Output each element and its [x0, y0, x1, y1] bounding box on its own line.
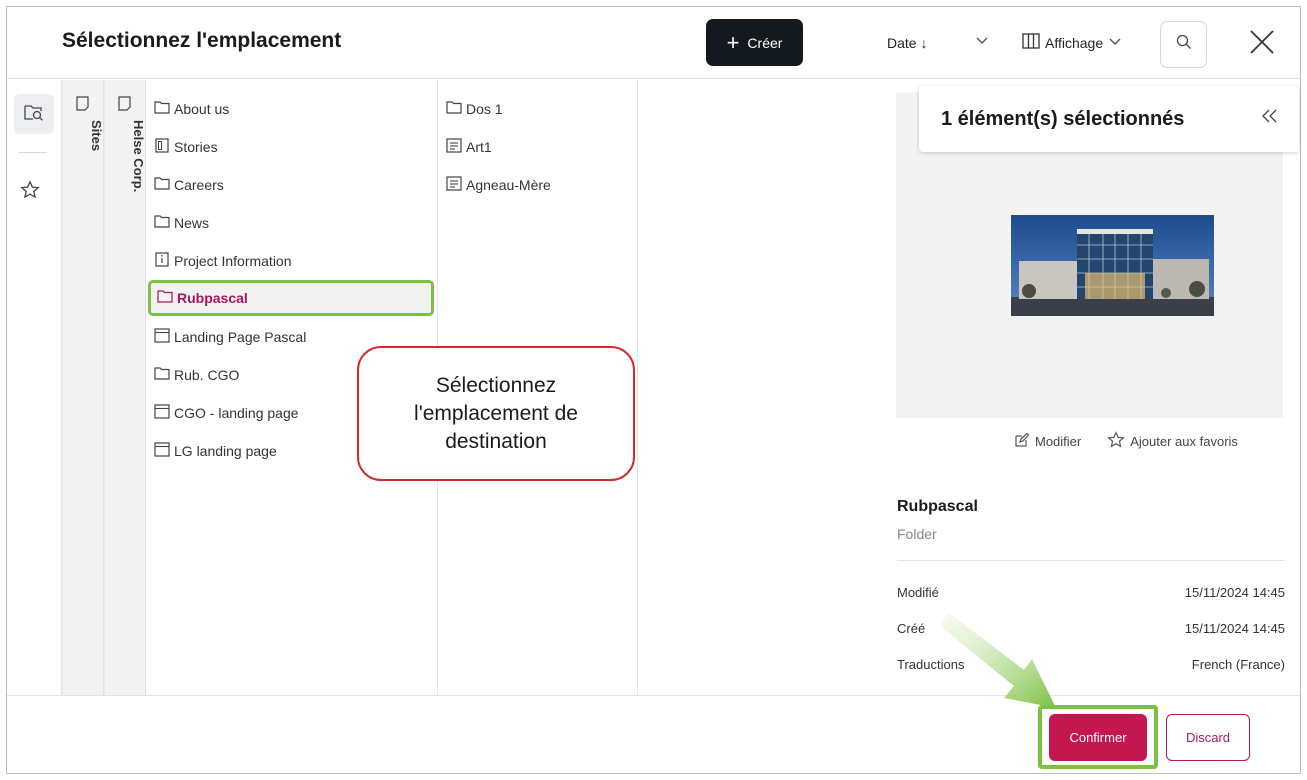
meta-value: 15/11/2024 14:45 — [1184, 621, 1285, 636]
list-item-label: News — [174, 215, 210, 231]
location-picker-dialog: Sélectionnez l'emplacement + Créer Date … — [6, 6, 1301, 774]
list-item-about-us[interactable]: About us — [154, 94, 229, 124]
callout-text: Sélectionnez l'emplacement de destinatio… — [414, 373, 578, 453]
breadcrumb-tab-sites[interactable]: Sites — [62, 80, 104, 695]
breadcrumb-tab-helse-corp[interactable]: Helse Corp. — [104, 80, 146, 695]
list-item-label: Stories — [174, 139, 218, 155]
discard-button-label: Discard — [1185, 730, 1231, 745]
page-icon — [118, 96, 131, 116]
confirm-button-label: Confirmer — [1069, 730, 1127, 745]
collapse-panel-icon[interactable] — [1261, 108, 1279, 129]
detail-actions: Modifier Ajouter aux favoris — [1014, 431, 1238, 452]
selected-item-name: Rubpascal — [897, 498, 978, 515]
folder-search-icon — [24, 103, 44, 126]
close-icon — [1249, 29, 1275, 60]
list-item-label: LG landing page — [174, 443, 277, 459]
landing-page-icon — [154, 328, 170, 346]
folder-icon — [157, 290, 173, 306]
view-dropdown[interactable]: Affichage — [1022, 33, 1122, 52]
list-item-agneau-mere[interactable]: Agneau-Mère — [446, 170, 551, 200]
create-button[interactable]: + Créer — [706, 19, 803, 66]
list-item-lg-landing-page[interactable]: LG landing page — [154, 436, 277, 466]
landing-page-icon — [154, 442, 170, 460]
folder-icon — [446, 101, 462, 117]
list-item-rub-cgo[interactable]: Rub. CGO — [154, 360, 239, 390]
star-icon — [1107, 431, 1126, 452]
columns-icon — [1022, 33, 1040, 52]
instruction-callout: Sélectionnez l'emplacement de destinatio… — [357, 346, 635, 481]
meta-value: French (France) — [1191, 657, 1285, 672]
left-rail — [7, 80, 62, 695]
list-item-label: Rubpascal — [177, 290, 248, 306]
list-item-project-information[interactable]: Project Information — [154, 246, 292, 276]
chevron-down-icon[interactable] — [975, 33, 989, 50]
meta-key: Créé — [897, 621, 926, 636]
list-item-label: About us — [174, 101, 230, 117]
article-icon — [446, 138, 462, 156]
create-button-label: Créer — [747, 34, 783, 51]
list-item-news[interactable]: News — [154, 208, 209, 238]
article-icon — [446, 176, 462, 194]
search-button[interactable] — [1160, 21, 1207, 68]
info-page-icon — [154, 252, 170, 270]
stories-icon — [154, 138, 170, 156]
list-item-label: Art1 — [466, 139, 492, 155]
list-item-rubpascal[interactable]: Rubpascal — [148, 280, 434, 316]
list-item-cgo-landing-page[interactable]: CGO - landing page — [154, 398, 299, 428]
meta-value: 15/11/2024 14:45 — [1184, 585, 1285, 600]
star-icon — [20, 180, 40, 204]
page-icon — [76, 96, 89, 116]
dialog-header: Sélectionnez l'emplacement + Créer Date … — [7, 7, 1300, 79]
list-item-label: CGO - landing page — [174, 405, 299, 421]
list-item-label: Project Information — [174, 253, 292, 269]
list-item-label: Dos 1 — [466, 101, 503, 117]
modify-label: Modifier — [1035, 434, 1082, 449]
dialog-title: Sélectionnez l'emplacement — [62, 29, 342, 52]
favorites-tab[interactable] — [20, 180, 40, 205]
view-dropdown-label: Affichage — [1045, 34, 1104, 51]
rail-divider — [19, 152, 47, 153]
annotation-arrow-icon — [940, 612, 1056, 708]
modify-button[interactable]: Modifier — [1014, 431, 1081, 452]
breadcrumb-tab-label: Sites — [89, 120, 104, 152]
browse-tab[interactable] — [14, 94, 54, 134]
add-favorite-button[interactable]: Ajouter aux favoris — [1107, 431, 1238, 452]
list-item-label: Careers — [174, 177, 224, 193]
sort-dropdown-label[interactable]: Date ↓ — [887, 35, 927, 51]
folder-icon — [154, 177, 170, 193]
landing-page-icon — [154, 404, 170, 422]
list-item-art1[interactable]: Art1 — [446, 132, 492, 162]
edit-icon — [1014, 432, 1030, 451]
folder-icon — [154, 215, 170, 231]
list-item-careers[interactable]: Careers — [154, 170, 224, 200]
list-item-label: Landing Page Pascal — [174, 329, 307, 345]
selection-count: 1 élément(s) sélectionnés — [941, 108, 1185, 130]
meta-divider — [897, 560, 1285, 561]
discard-button[interactable]: Discard — [1166, 714, 1250, 761]
folder-icon — [154, 101, 170, 117]
add-favorite-label: Ajouter aux favoris — [1130, 434, 1238, 449]
folder-thumbnail-image — [1011, 215, 1214, 316]
list-item-label: Rub. CGO — [174, 367, 240, 383]
list-item-label: Agneau-Mère — [466, 177, 551, 193]
meta-row-modified: Modifié 15/11/2024 14:45 — [897, 585, 1285, 600]
confirm-button[interactable]: Confirmer — [1049, 714, 1147, 761]
chevron-down-icon — [1108, 34, 1122, 51]
meta-key: Modifié — [897, 585, 939, 600]
breadcrumb-tab-label: Helse Corp. — [131, 120, 146, 193]
selection-header: 1 élément(s) sélectionnés — [919, 86, 1299, 152]
selected-item-type: Folder — [897, 526, 937, 542]
plus-icon: + — [726, 29, 740, 55]
detail-panel: 1 élément(s) sélectionnés Modifier Ajout… — [876, 80, 1300, 695]
folder-icon — [154, 367, 170, 383]
list-item-dos-1[interactable]: Dos 1 — [446, 94, 503, 124]
close-button[interactable] — [1245, 25, 1279, 63]
search-icon — [1176, 34, 1192, 55]
list-item-landing-page-pascal[interactable]: Landing Page Pascal — [154, 322, 306, 352]
list-item-stories[interactable]: Stories — [154, 132, 218, 162]
